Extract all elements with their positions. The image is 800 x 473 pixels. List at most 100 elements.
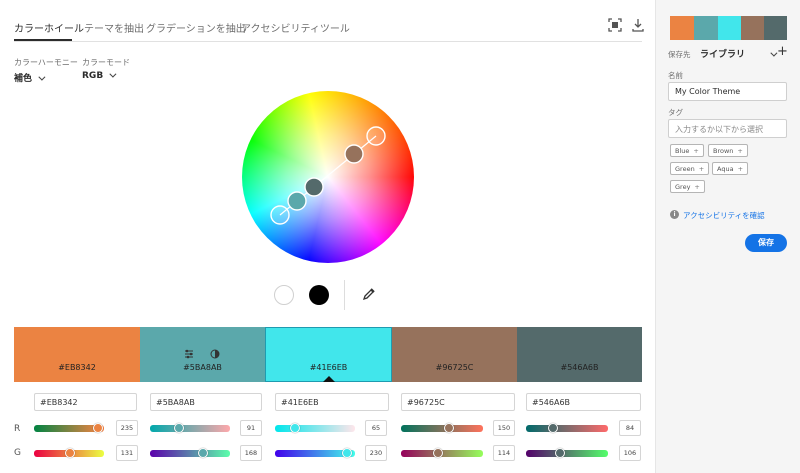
harmony-value: 補色 bbox=[14, 74, 33, 84]
slider-knob[interactable] bbox=[173, 423, 184, 433]
color-wheel-workspace: カラーホイール テーマを抽出 グラデーションを抽出 アクセシビリティツール カラ… bbox=[0, 0, 655, 473]
color-mode-label: カラーモード bbox=[82, 58, 130, 67]
swatch-hex-label: #5BA8AB bbox=[183, 363, 222, 372]
green-value-3[interactable]: 230 bbox=[365, 445, 387, 461]
wheel-handles bbox=[270, 126, 386, 225]
color-swatch-2[interactable]: #5BA8AB bbox=[140, 327, 265, 382]
harmony-line bbox=[313, 135, 377, 188]
red-value-2[interactable]: 91 bbox=[240, 420, 262, 436]
tab-extract-gradient[interactable]: グラデーションを抽出 bbox=[146, 20, 246, 35]
tab-extract-theme[interactable]: テーマを抽出 bbox=[84, 20, 144, 35]
color-swatch-1[interactable]: #EB8342 bbox=[14, 327, 140, 382]
check-accessibility-link[interactable]: アクセシビリティを確認 bbox=[683, 210, 765, 221]
green-value-4[interactable]: 114 bbox=[493, 445, 515, 461]
tag-green[interactable]: Green + bbox=[670, 162, 710, 175]
green-slider-2[interactable] bbox=[150, 448, 230, 458]
save-to-label: 保存先 bbox=[668, 50, 691, 59]
slider-knob[interactable] bbox=[432, 448, 443, 458]
fullscreen-icon[interactable] bbox=[608, 18, 622, 32]
slider-knob[interactable] bbox=[93, 423, 104, 433]
color-mode-value: RGB bbox=[82, 71, 104, 81]
red-slider-3[interactable] bbox=[275, 423, 355, 433]
slider-knob[interactable] bbox=[444, 423, 455, 433]
slider-knob[interactable] bbox=[548, 423, 559, 433]
tags-input[interactable]: 入力するか以下から選択 bbox=[668, 119, 787, 138]
red-slider-5[interactable] bbox=[526, 423, 608, 433]
download-icon[interactable] bbox=[631, 18, 645, 32]
theme-preview-swatch-2 bbox=[694, 16, 718, 40]
tag-label: Grey bbox=[675, 183, 691, 191]
base-color-icon[interactable] bbox=[210, 349, 220, 359]
swatch-hex-label: #546A6B bbox=[560, 363, 599, 372]
theme-preview-swatch-4 bbox=[741, 16, 764, 40]
red-slider-4[interactable] bbox=[401, 423, 483, 433]
tab-bar: カラーホイール テーマを抽出 グラデーションを抽出 アクセシビリティツール bbox=[14, 0, 645, 42]
hex-input-2[interactable]: #5BA8AB bbox=[150, 393, 262, 411]
red-value-1[interactable]: 235 bbox=[116, 420, 138, 436]
color-handle[interactable] bbox=[344, 144, 364, 164]
sliders-icon[interactable] bbox=[184, 349, 194, 359]
green-slider-4[interactable] bbox=[401, 448, 483, 458]
slider-knob[interactable] bbox=[64, 448, 75, 458]
red-value-3[interactable]: 65 bbox=[365, 420, 387, 436]
red-slider-1[interactable] bbox=[34, 423, 104, 433]
slider-knob[interactable] bbox=[555, 448, 566, 458]
green-value-5[interactable]: 106 bbox=[619, 445, 641, 461]
base-color-handle[interactable] bbox=[304, 177, 324, 197]
hex-input-3[interactable]: #41E6EB bbox=[275, 393, 389, 411]
hex-input-1[interactable]: #EB8342 bbox=[34, 393, 137, 411]
add-tag-icon: + bbox=[694, 183, 700, 191]
tag-label: Green bbox=[675, 165, 695, 173]
tab-color-wheel[interactable]: カラーホイール bbox=[14, 20, 84, 35]
swatch-hex-label: #41E6EB bbox=[309, 363, 348, 372]
tags-label: タグ bbox=[668, 108, 683, 117]
color-handle[interactable] bbox=[287, 191, 307, 211]
white-brightness-button[interactable] bbox=[274, 285, 294, 305]
color-swatch-4[interactable]: #96725C bbox=[392, 327, 517, 382]
green-value-1[interactable]: 131 bbox=[116, 445, 138, 461]
color-wheel[interactable] bbox=[242, 91, 414, 263]
tag-blue[interactable]: Blue + bbox=[670, 144, 704, 157]
green-channel-label: G bbox=[14, 448, 21, 458]
tag-brown[interactable]: Brown + bbox=[708, 144, 748, 157]
red-value-4[interactable]: 150 bbox=[493, 420, 515, 436]
color-handle[interactable] bbox=[366, 126, 386, 146]
theme-name-input[interactable]: My Color Theme bbox=[668, 82, 787, 101]
eyedropper-icon[interactable] bbox=[362, 287, 376, 301]
library-dropdown[interactable]: ライブラリ bbox=[700, 47, 778, 60]
add-library-icon[interactable]: + bbox=[777, 44, 788, 59]
tag-aqua[interactable]: Aqua + bbox=[712, 162, 749, 175]
color-swatch-3[interactable]: #41E6EB bbox=[265, 327, 392, 382]
slider-knob[interactable] bbox=[342, 448, 352, 458]
black-brightness-button[interactable] bbox=[309, 285, 329, 305]
save-button[interactable]: 保存 bbox=[745, 234, 787, 252]
selected-indicator bbox=[322, 376, 335, 382]
add-tag-icon: + bbox=[693, 147, 699, 155]
harmony-dropdown[interactable]: 補色 bbox=[14, 71, 46, 84]
swatch-hex-label: #96725C bbox=[435, 363, 474, 372]
slider-knob[interactable] bbox=[197, 448, 208, 458]
green-value-2[interactable]: 168 bbox=[240, 445, 262, 461]
swatch-hex-label: #EB8342 bbox=[58, 363, 96, 372]
tag-grey[interactable]: Grey + bbox=[670, 180, 705, 193]
hex-input-4[interactable]: #96725C bbox=[401, 393, 515, 411]
tag-label: Blue bbox=[675, 147, 690, 155]
hex-input-5[interactable]: #546A6B bbox=[526, 393, 641, 411]
harmony-label: カラーハーモニー bbox=[14, 58, 78, 67]
add-tag-icon: + bbox=[698, 165, 705, 173]
chevron-down-icon bbox=[38, 73, 46, 81]
red-slider-2[interactable] bbox=[150, 423, 230, 433]
theme-preview-swatch-5 bbox=[764, 16, 787, 40]
color-mode-dropdown[interactable]: RGB bbox=[82, 70, 117, 81]
green-slider-1[interactable] bbox=[34, 448, 104, 458]
green-slider-3[interactable] bbox=[275, 448, 355, 458]
name-label: 名前 bbox=[668, 71, 683, 80]
tag-label: Aqua bbox=[717, 165, 734, 173]
slider-knob[interactable] bbox=[290, 423, 300, 433]
color-swatch-5[interactable]: #546A6B bbox=[517, 327, 642, 382]
green-slider-5[interactable] bbox=[526, 448, 608, 458]
theme-preview-swatch-1 bbox=[670, 16, 694, 40]
tab-accessibility-tools[interactable]: アクセシビリティツール bbox=[241, 20, 350, 35]
red-value-5[interactable]: 84 bbox=[619, 420, 641, 436]
color-handle[interactable] bbox=[270, 205, 290, 225]
